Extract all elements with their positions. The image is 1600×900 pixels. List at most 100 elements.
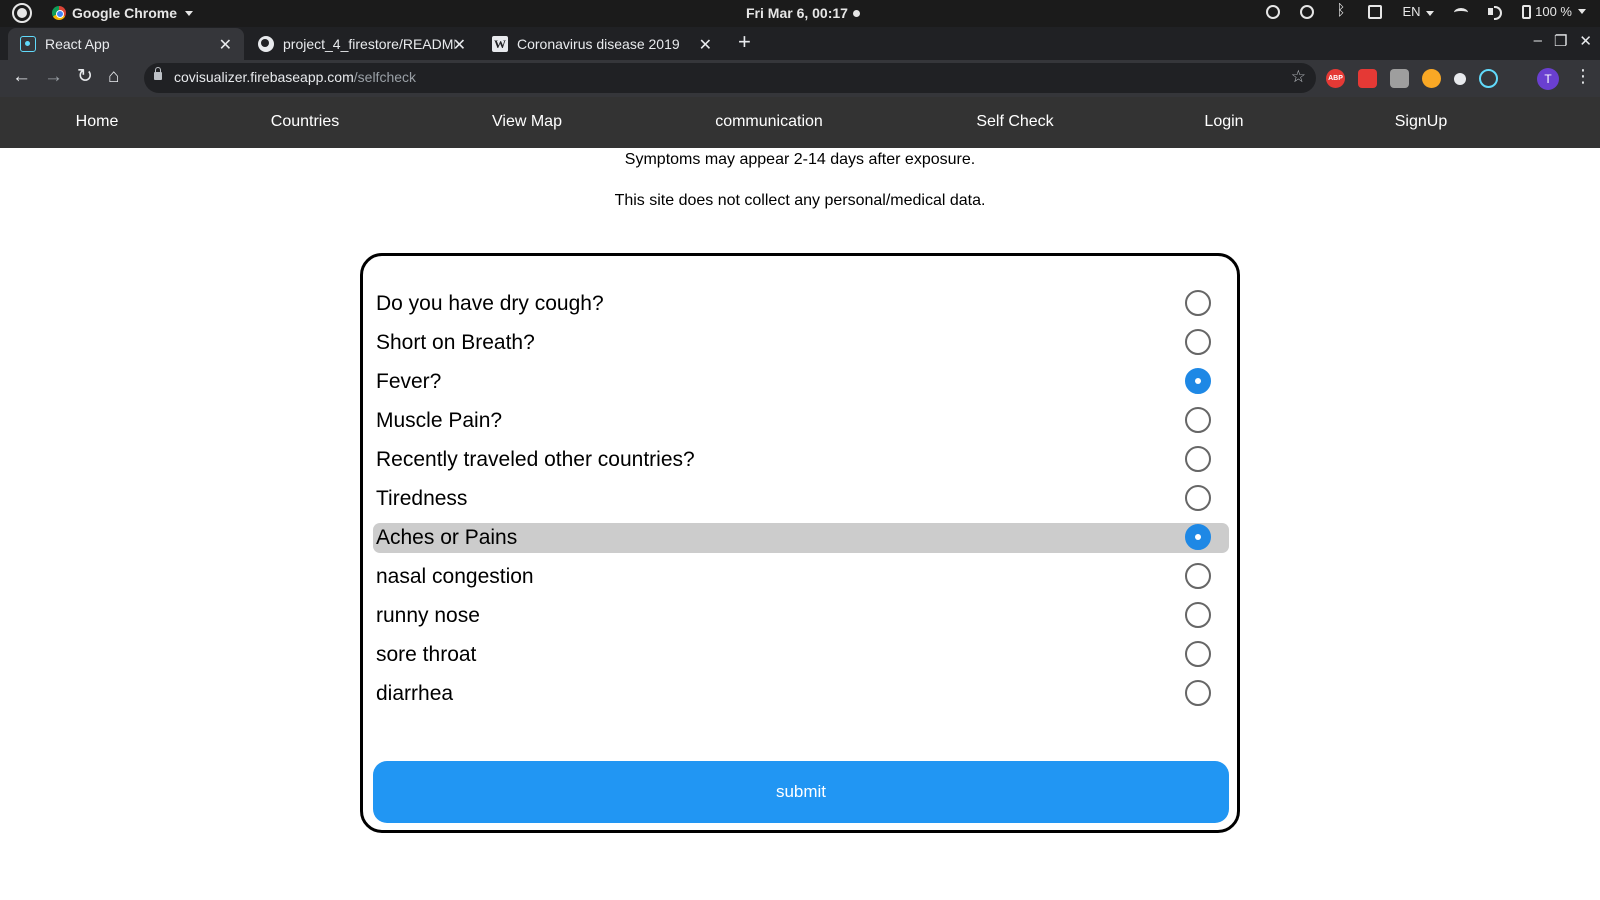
question-nasal-congestion[interactable]: nasal congestion xyxy=(373,562,1229,592)
question-muscle-pain[interactable]: Muscle Pain? xyxy=(373,406,1229,436)
question-label: nasal congestion xyxy=(376,565,534,588)
chevron-down-icon xyxy=(185,10,194,16)
play-icon[interactable] xyxy=(1358,69,1377,88)
question-label: Fever? xyxy=(376,370,442,393)
radio-aches-pains[interactable] xyxy=(1185,524,1211,550)
minimize-icon[interactable]: – xyxy=(1534,32,1542,50)
battery-indicator[interactable]: 100 % xyxy=(1522,4,1586,19)
wikipedia-icon: W xyxy=(492,36,508,52)
profile-avatar[interactable]: T xyxy=(1537,68,1559,90)
close-window-icon[interactable]: ✕ xyxy=(1579,32,1592,50)
browser-toolbar: ← → ↻ ⌂ covisualizer.firebaseapp.com/sel… xyxy=(0,60,1600,97)
nav-communication[interactable]: communication xyxy=(715,113,823,131)
nav-login[interactable]: Login xyxy=(1204,113,1243,131)
nav-countries[interactable]: Countries xyxy=(271,113,339,131)
question-sore-throat[interactable]: sore throat xyxy=(373,640,1229,670)
bluetooth-icon[interactable] xyxy=(1334,2,1348,19)
tab-github-readme[interactable]: project_4_firestore/README ✕ xyxy=(246,28,478,60)
volume-icon[interactable] xyxy=(1488,5,1503,20)
os-top-bar: Google Chrome Fri Mar 6, 00:17 EN 100 % xyxy=(0,0,1600,27)
notification-dot-icon xyxy=(852,9,860,17)
radio-short-breath[interactable] xyxy=(1185,329,1211,355)
nav-self-check[interactable]: Self Check xyxy=(976,113,1053,131)
site-navbar: Home Countries View Map communication Se… xyxy=(0,97,1600,148)
more-menu-icon[interactable]: ⋮ xyxy=(1574,66,1592,87)
question-label: Recently traveled other countries? xyxy=(376,448,695,471)
react-icon xyxy=(20,36,36,52)
radio-diarrhea[interactable] xyxy=(1185,680,1211,706)
battery-label: 100 % xyxy=(1535,4,1572,19)
nav-home[interactable]: Home xyxy=(76,113,119,131)
slack-icon[interactable] xyxy=(1300,4,1315,19)
question-label: Short on Breath? xyxy=(376,331,535,354)
tab-react-app[interactable]: React App ✕ xyxy=(8,28,244,60)
language-indicator[interactable]: EN xyxy=(1402,4,1435,19)
close-icon[interactable]: ✕ xyxy=(453,35,466,55)
radio-travel[interactable] xyxy=(1185,446,1211,472)
nav-view-map[interactable]: View Map xyxy=(492,113,562,131)
react-devtools-icon[interactable] xyxy=(1479,69,1498,88)
activities-icon[interactable] xyxy=(12,3,32,23)
language-label: EN xyxy=(1402,4,1421,19)
submit-button[interactable]: submit xyxy=(373,761,1229,823)
nav-signup[interactable]: SignUp xyxy=(1395,113,1447,131)
question-label: Muscle Pain? xyxy=(376,409,503,432)
owl-icon[interactable] xyxy=(1422,69,1441,88)
question-tiredness[interactable]: Tiredness xyxy=(373,484,1229,514)
lock-icon[interactable] xyxy=(154,67,162,80)
question-label: Aches or Pains xyxy=(376,526,518,549)
chevron-down-icon xyxy=(1426,11,1435,16)
abp-icon[interactable]: ABP xyxy=(1326,69,1345,88)
question-travel[interactable]: Recently traveled other countries? xyxy=(373,445,1229,475)
question-label: sore throat xyxy=(376,643,477,666)
close-icon[interactable]: ✕ xyxy=(699,35,712,55)
restore-icon[interactable]: ❐ xyxy=(1554,32,1567,50)
clock-label: Fri Mar 6, 00:17 xyxy=(746,5,848,21)
radio-dry-cough[interactable] xyxy=(1185,290,1211,316)
question-diarrhea[interactable]: diarrhea xyxy=(373,679,1229,709)
radio-runny-nose[interactable] xyxy=(1185,602,1211,628)
question-runny-nose[interactable]: runny nose xyxy=(373,601,1229,631)
url-text[interactable]: covisualizer.firebaseapp.com/selfcheck xyxy=(174,69,416,85)
tab-title: React App xyxy=(45,36,110,52)
back-icon[interactable]: ← xyxy=(12,67,31,87)
reload-icon[interactable]: ↻ xyxy=(77,67,93,87)
tab-strip: React App ✕ project_4_firestore/README ✕… xyxy=(0,27,1600,60)
home-icon[interactable]: ⌂ xyxy=(108,67,119,87)
forward-icon[interactable]: → xyxy=(44,67,63,87)
privacy-notice-text: This site does not collect any personal/… xyxy=(614,192,986,209)
system-tray[interactable]: EN 100 % xyxy=(1266,2,1586,20)
url-host: covisualizer.firebaseapp.com xyxy=(174,69,354,85)
question-short-breath[interactable]: Short on Breath? xyxy=(373,328,1229,358)
radio-tiredness[interactable] xyxy=(1185,485,1211,511)
radio-muscle-pain[interactable] xyxy=(1185,407,1211,433)
close-icon[interactable]: ✕ xyxy=(219,35,232,55)
wifi-icon[interactable] xyxy=(1454,8,1469,17)
app-menu[interactable]: Google Chrome xyxy=(52,5,194,21)
question-aches-pains[interactable]: Aches or Pains xyxy=(373,523,1229,553)
question-fever[interactable]: Fever? xyxy=(373,367,1229,397)
tab-wikipedia-coronavirus[interactable]: W Coronavirus disease 2019 ✕ xyxy=(480,28,724,60)
clock[interactable]: Fri Mar 6, 00:17 xyxy=(746,5,860,21)
radio-nasal-congestion[interactable] xyxy=(1185,563,1211,589)
address-bar[interactable]: covisualizer.firebaseapp.com/selfcheck ☆ xyxy=(144,63,1316,93)
battery-icon xyxy=(1522,4,1532,19)
accessibility-icon[interactable] xyxy=(1266,4,1281,19)
chrome-icon xyxy=(52,6,66,20)
question-label: Do you have dry cough? xyxy=(376,292,604,315)
github-icon xyxy=(258,36,274,52)
question-dry-cough[interactable]: Do you have dry cough? xyxy=(373,289,1229,319)
radio-sore-throat[interactable] xyxy=(1185,641,1211,667)
extensions-area: ABP xyxy=(1326,69,1498,88)
chevron-down-icon xyxy=(1578,9,1586,14)
app-name-label: Google Chrome xyxy=(72,5,178,21)
print-icon[interactable] xyxy=(1390,69,1409,88)
new-tab-button[interactable]: + xyxy=(738,29,751,55)
terminal-icon[interactable] xyxy=(1368,4,1383,19)
symptom-timing-text: Symptoms may appear 2-14 days after expo… xyxy=(624,151,976,168)
radio-fever[interactable] xyxy=(1185,368,1211,394)
feather-icon[interactable] xyxy=(1454,72,1466,85)
bookmark-star-icon[interactable]: ☆ xyxy=(1291,67,1306,87)
question-label: Tiredness xyxy=(376,487,468,510)
question-label: diarrhea xyxy=(376,682,454,705)
